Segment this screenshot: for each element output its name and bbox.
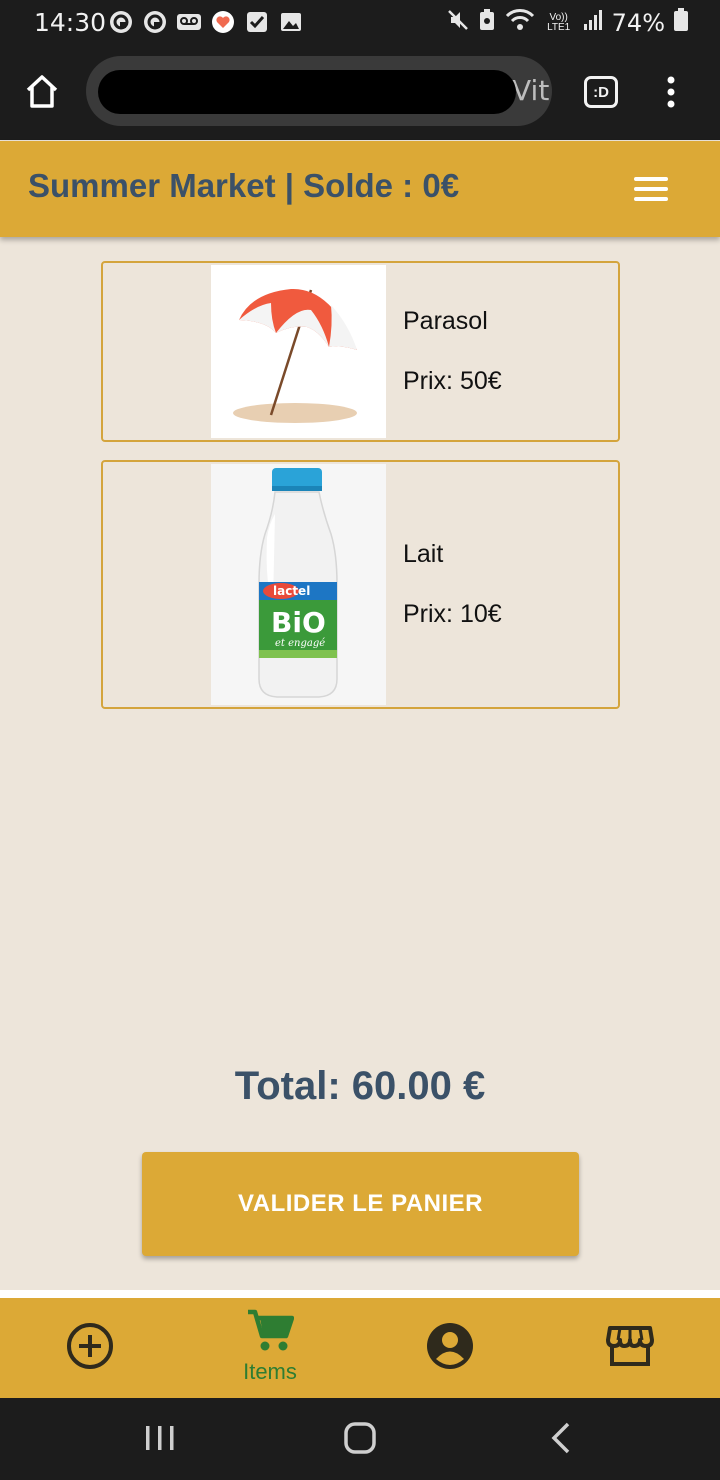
signal-icon [583,9,603,36]
item-name: Lait [403,540,444,568]
cart-icon [246,1308,295,1357]
status-bar: 14:30 Vo)) LTE1 74% [0,0,720,46]
wifi-icon [505,8,535,37]
tabs-button[interactable]: :D [584,76,618,108]
milk-brand-label: lactel [273,584,310,598]
nav-store[interactable] [540,1298,720,1398]
status-time: 14:30 [34,8,107,37]
cart-item[interactable]: lactel BiO et engagé Lait Prix: 10€ [101,460,620,709]
item-name: Parasol [403,307,488,335]
cart-total: Total: 60.00 € [234,1064,486,1108]
app-header: Summer Market | Solde : 0€ [0,141,720,237]
system-home-icon[interactable] [340,1420,380,1456]
item-price: Prix: 50€ [403,367,502,395]
app-notification-icon [142,9,168,35]
validate-cart-button[interactable]: VALIDER LE PANIER [142,1152,579,1256]
url-redaction [98,70,516,114]
data-saver-icon [478,8,496,37]
store-icon [606,1324,654,1373]
milk-bottle-image: lactel BiO et engagé [211,464,386,705]
beach-umbrella-image [211,265,386,438]
milk-engage-label: et engagé [275,638,325,649]
browser-menu-icon[interactable] [662,74,680,110]
item-price: Prix: 10€ [403,600,502,628]
voicemail-icon [176,9,202,35]
page-title: Summer Market | Solde : 0€ [28,167,460,204]
milk-bio-label: BiO [271,606,326,639]
system-navigation-bar [0,1398,720,1480]
url-text: Vit [512,74,550,107]
address-bar[interactable]: Vit [86,56,552,126]
bottom-navigation: Items [0,1298,720,1398]
nav-label: Items [243,1359,297,1384]
system-status: Vo)) LTE1 74% [447,8,688,37]
battery-icon [674,8,688,37]
app-screen: 14:30 Vo)) LTE1 74% Vit:D Summer Market… [0,0,720,1480]
browser-toolbar: Vit :D [0,46,720,140]
back-icon[interactable] [542,1420,582,1456]
account-icon [426,1322,474,1375]
mute-icon [447,8,469,37]
notification-icons [108,9,304,35]
nav-add[interactable] [0,1298,180,1398]
health-app-icon [210,9,236,35]
nav-account[interactable] [360,1298,540,1398]
browser-home-icon[interactable] [22,72,62,112]
nav-divider [0,1290,720,1298]
battery-percent: 74% [611,8,665,37]
nav-items[interactable]: Items [180,1298,360,1398]
network-type-label: Vo)) LTE1 [547,11,571,33]
app-notification-icon [108,9,134,35]
recent-apps-icon[interactable] [140,1420,180,1456]
add-circle-icon [66,1322,114,1375]
checkbox-notification-icon [244,9,270,35]
cart-item[interactable]: Parasol Prix: 50€ [101,261,620,442]
image-notification-icon [278,9,304,35]
hamburger-menu-icon[interactable] [634,177,668,203]
